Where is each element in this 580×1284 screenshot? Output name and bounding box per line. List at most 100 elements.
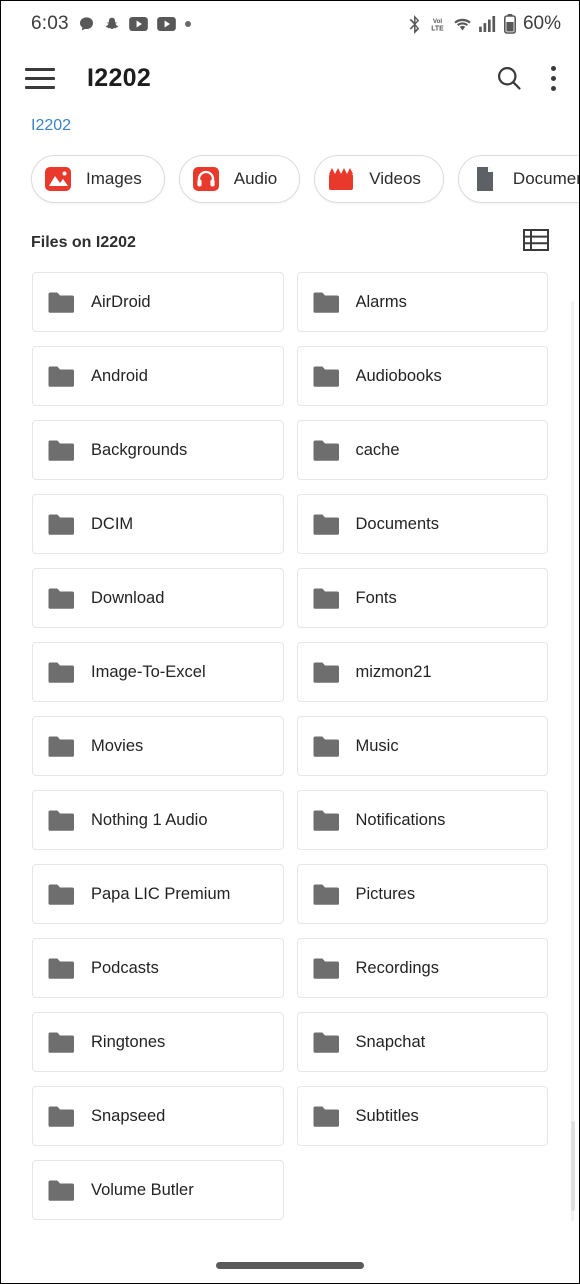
- folder-name-label: Download: [91, 588, 165, 607]
- folder-card[interactable]: Movies: [32, 716, 284, 776]
- folder-card[interactable]: Pictures: [296, 864, 548, 924]
- folder-icon: [312, 735, 340, 758]
- folder-card[interactable]: Snapseed: [32, 1086, 284, 1146]
- folder-icon: [47, 1179, 75, 1202]
- folder-name-label: Documents: [355, 514, 439, 533]
- folder-name-label: Podcasts: [91, 958, 159, 977]
- folder-icon: [312, 513, 340, 536]
- hamburger-menu-icon[interactable]: [25, 61, 59, 95]
- folder-card[interactable]: Recordings: [296, 938, 548, 998]
- status-bar-clock: 6:03: [31, 13, 69, 34]
- phone-screen: 6:03 VoI LTE 60% I2202 I2202 Images Audi…: [0, 0, 580, 1284]
- svg-text:LTE: LTE: [431, 25, 444, 32]
- svg-text:VoI: VoI: [433, 17, 442, 24]
- folder-card[interactable]: Papa LIC Premium: [32, 864, 284, 924]
- folder-name-label: cache: [355, 440, 400, 459]
- folder-name-label: Ringtones: [91, 1032, 166, 1051]
- folder-card[interactable]: Audiobooks: [296, 346, 548, 406]
- folder-icon: [312, 1031, 340, 1054]
- folder-icon: [47, 957, 75, 980]
- folder-icon: [47, 809, 75, 832]
- folder-name-label: Recordings: [355, 958, 439, 977]
- folder-name-label: Snapchat: [355, 1032, 426, 1051]
- folder-card[interactable]: Snapchat: [296, 1012, 548, 1072]
- folder-icon: [312, 439, 340, 462]
- headphones-icon: [191, 164, 221, 194]
- folder-card[interactable]: Backgrounds: [32, 420, 284, 480]
- folder-icon: [47, 1031, 75, 1054]
- folder-icon: [312, 1105, 340, 1128]
- folder-name-label: Notifications: [355, 810, 446, 829]
- folder-icon: [47, 735, 75, 758]
- folder-name-label: Volume Butler: [91, 1180, 194, 1199]
- filter-chip-videos[interactable]: Videos: [314, 155, 444, 203]
- folder-icon: [312, 291, 340, 314]
- home-indicator[interactable]: [216, 1262, 364, 1269]
- folder-icon: [47, 513, 75, 536]
- snapchat-icon: [104, 16, 120, 33]
- folder-icon: [47, 439, 75, 462]
- filter-chip-audio[interactable]: Audio: [178, 155, 301, 203]
- folder-card[interactable]: Android: [32, 346, 284, 406]
- filter-chip-documents[interactable]: Documents: [457, 155, 579, 203]
- folder-icon: [47, 661, 75, 684]
- folder-name-label: Papa LIC Premium: [91, 884, 231, 903]
- wifi-icon: [453, 17, 472, 32]
- section-title: Files on I2202: [31, 233, 136, 251]
- folder-card[interactable]: Fonts: [296, 568, 548, 628]
- breadcrumb[interactable]: I2202: [1, 109, 579, 147]
- youtube-icon: [128, 17, 148, 31]
- folder-card[interactable]: Alarms: [296, 272, 548, 332]
- folder-icon: [312, 661, 340, 684]
- folder-card[interactable]: Subtitles: [296, 1086, 548, 1146]
- folder-icon: [47, 883, 75, 906]
- scrollbar-thumb[interactable]: [571, 1121, 575, 1211]
- filter-chip-label: Images: [86, 169, 142, 188]
- folder-card[interactable]: DCIM: [32, 494, 284, 554]
- folder-card[interactable]: Podcasts: [32, 938, 284, 998]
- folder-name-label: Image-To-Excel: [91, 662, 206, 681]
- filter-chip-images[interactable]: Images: [31, 155, 165, 203]
- folder-name-label: Alarms: [355, 292, 407, 311]
- folder-name-label: DCIM: [91, 514, 134, 533]
- folder-name-label: Pictures: [355, 884, 416, 903]
- folder-card[interactable]: cache: [296, 420, 548, 480]
- status-bar-right: VoI LTE 60%: [408, 13, 561, 35]
- volte-icon: VoI LTE: [429, 16, 446, 33]
- notification-dot-icon: [184, 21, 191, 27]
- folder-card[interactable]: Documents: [296, 494, 548, 554]
- folder-card[interactable]: mizmon21: [296, 642, 548, 702]
- filter-chip-label: Videos: [369, 169, 421, 188]
- folder-card[interactable]: Volume Butler: [32, 1160, 284, 1220]
- signal-bars-icon: [479, 16, 497, 32]
- document-icon: [470, 164, 500, 194]
- folder-icon: [312, 809, 340, 832]
- folder-icon: [47, 291, 75, 314]
- folder-name-label: Audiobooks: [355, 366, 442, 385]
- status-bar-left: 6:03: [31, 13, 191, 35]
- folder-grid: AirDroid Alarms Android Audiobooks Backgroun…: [1, 266, 579, 1220]
- folder-card[interactable]: Notifications: [296, 790, 548, 850]
- chat-bubble-icon: [78, 16, 95, 33]
- folder-icon: [312, 587, 340, 610]
- list-view-icon[interactable]: [523, 229, 549, 256]
- section-header: Files on I2202: [1, 217, 579, 266]
- folder-card[interactable]: Download: [32, 568, 284, 628]
- folder-card[interactable]: Music: [296, 716, 548, 776]
- image-icon: [43, 164, 73, 194]
- more-vertical-icon[interactable]: [549, 62, 557, 95]
- search-icon[interactable]: [495, 64, 523, 92]
- folder-card[interactable]: Image-To-Excel: [32, 642, 284, 702]
- folder-name-label: Music: [355, 736, 399, 755]
- bluetooth-icon: [408, 14, 422, 34]
- battery-percent-label: 60%: [522, 13, 561, 34]
- scrollbar-track[interactable]: [571, 301, 574, 1221]
- folder-name-label: Subtitles: [355, 1106, 419, 1125]
- folder-name-label: Backgrounds: [91, 440, 188, 459]
- folder-card[interactable]: Ringtones: [32, 1012, 284, 1072]
- folder-name-label: Fonts: [355, 588, 397, 607]
- status-bar: 6:03 VoI LTE 60%: [1, 1, 579, 47]
- folder-card[interactable]: Nothing 1 Audio: [32, 790, 284, 850]
- folder-name-label: mizmon21: [355, 662, 432, 681]
- folder-card[interactable]: AirDroid: [32, 272, 284, 332]
